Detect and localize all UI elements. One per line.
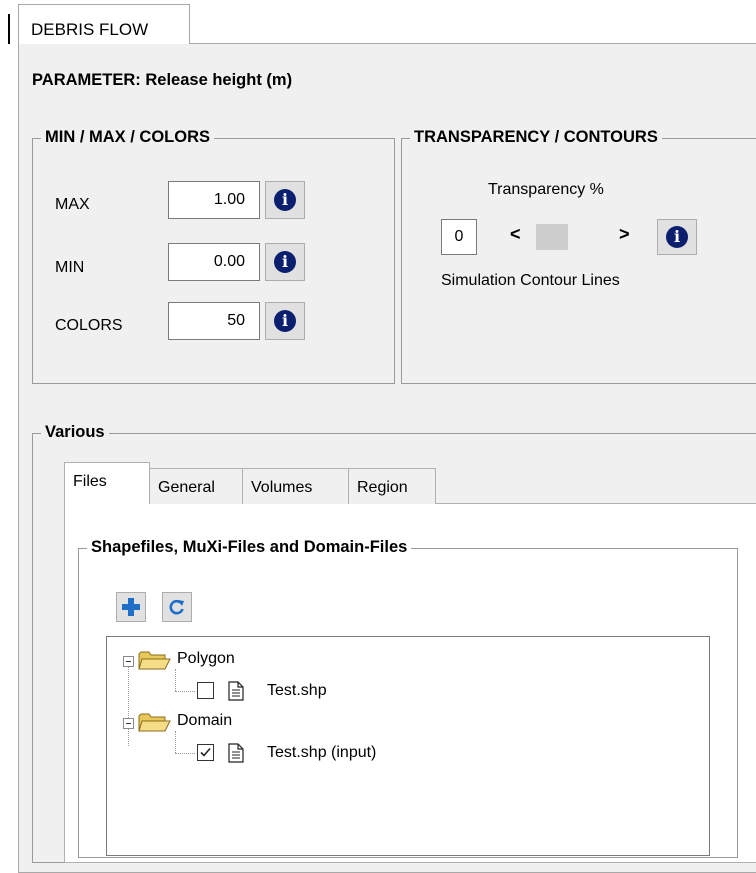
tree-connector bbox=[128, 664, 129, 746]
tab-general[interactable]: General bbox=[149, 468, 243, 504]
checkmark-icon bbox=[200, 747, 211, 757]
tree-node-domain-test-shp-input[interactable]: Test.shp (input) bbox=[267, 744, 376, 762]
transparency-scroll-thumb[interactable] bbox=[536, 224, 568, 250]
info-icon: i bbox=[274, 189, 296, 211]
tree-connector bbox=[175, 753, 195, 754]
tab-files-label: Files bbox=[73, 473, 107, 490]
folder-icon bbox=[138, 713, 171, 732]
parameter-title: PARAMETER: Release height (m) bbox=[32, 71, 293, 89]
transparency-contours-group: TRANSPARENCY / CONTOURS bbox=[401, 128, 756, 384]
folder-icon bbox=[138, 651, 171, 670]
transparency-contours-group-title: TRANSPARENCY / CONTOURS bbox=[410, 128, 662, 147]
contour-lines-label: Simulation Contour Lines bbox=[441, 272, 620, 289]
tab-debris-flow[interactable]: DEBRIS FLOW bbox=[18, 4, 190, 44]
tab-region[interactable]: Region bbox=[348, 468, 436, 504]
polygon-test-shp-checkbox[interactable] bbox=[197, 682, 214, 699]
min-label: MIN bbox=[55, 259, 85, 276]
min-info-button[interactable]: i bbox=[265, 243, 305, 281]
colors-info-button[interactable]: i bbox=[265, 302, 305, 340]
domain-collapse-toggle[interactable] bbox=[123, 718, 134, 729]
transparency-value-box[interactable]: 0 bbox=[441, 219, 477, 255]
info-icon: i bbox=[666, 226, 688, 248]
tab-files[interactable]: Files bbox=[64, 462, 150, 504]
tab-region-label: Region bbox=[357, 479, 408, 496]
refresh-button[interactable] bbox=[162, 592, 192, 622]
add-file-button[interactable] bbox=[116, 592, 146, 622]
tree-node-polygon-test-shp[interactable]: Test.shp bbox=[267, 682, 327, 700]
tree-connector bbox=[175, 691, 195, 692]
document-icon bbox=[228, 681, 244, 701]
polygon-collapse-toggle[interactable] bbox=[123, 656, 134, 667]
plus-icon bbox=[122, 598, 140, 616]
max-info-button[interactable]: i bbox=[265, 181, 305, 219]
domain-test-shp-checkbox[interactable] bbox=[197, 744, 214, 761]
tab-volumes[interactable]: Volumes bbox=[242, 468, 349, 504]
window-edge-line bbox=[8, 14, 10, 44]
transparency-label: Transparency % bbox=[488, 181, 604, 198]
shapefiles-group-title: Shapefiles, MuXi-Files and Domain-Files bbox=[87, 538, 412, 557]
transparency-scroll-left[interactable]: < bbox=[510, 224, 521, 245]
min-input[interactable]: 0.00 bbox=[168, 243, 260, 281]
max-input[interactable]: 1.00 bbox=[168, 181, 260, 219]
tree-connector bbox=[175, 669, 176, 691]
colors-label: COLORS bbox=[55, 317, 123, 334]
tree-node-polygon[interactable]: Polygon bbox=[177, 650, 235, 668]
minmax-colors-group-title: MIN / MAX / COLORS bbox=[41, 128, 214, 147]
various-group-title: Various bbox=[41, 423, 109, 442]
transparency-scroll-right[interactable]: > bbox=[619, 224, 630, 245]
tree-connector bbox=[175, 731, 176, 753]
tree-node-domain[interactable]: Domain bbox=[177, 712, 232, 730]
refresh-icon bbox=[169, 599, 184, 615]
transparency-info-button[interactable]: i bbox=[657, 219, 697, 255]
info-icon: i bbox=[274, 310, 296, 332]
info-icon: i bbox=[274, 251, 296, 273]
max-label: MAX bbox=[55, 196, 90, 213]
tab-volumes-label: Volumes bbox=[251, 479, 313, 496]
tab-general-label: General bbox=[158, 479, 215, 496]
tab-debris-flow-label: DEBRIS FLOW bbox=[31, 20, 149, 39]
document-icon bbox=[228, 743, 244, 763]
colors-input[interactable]: 50 bbox=[168, 302, 260, 340]
